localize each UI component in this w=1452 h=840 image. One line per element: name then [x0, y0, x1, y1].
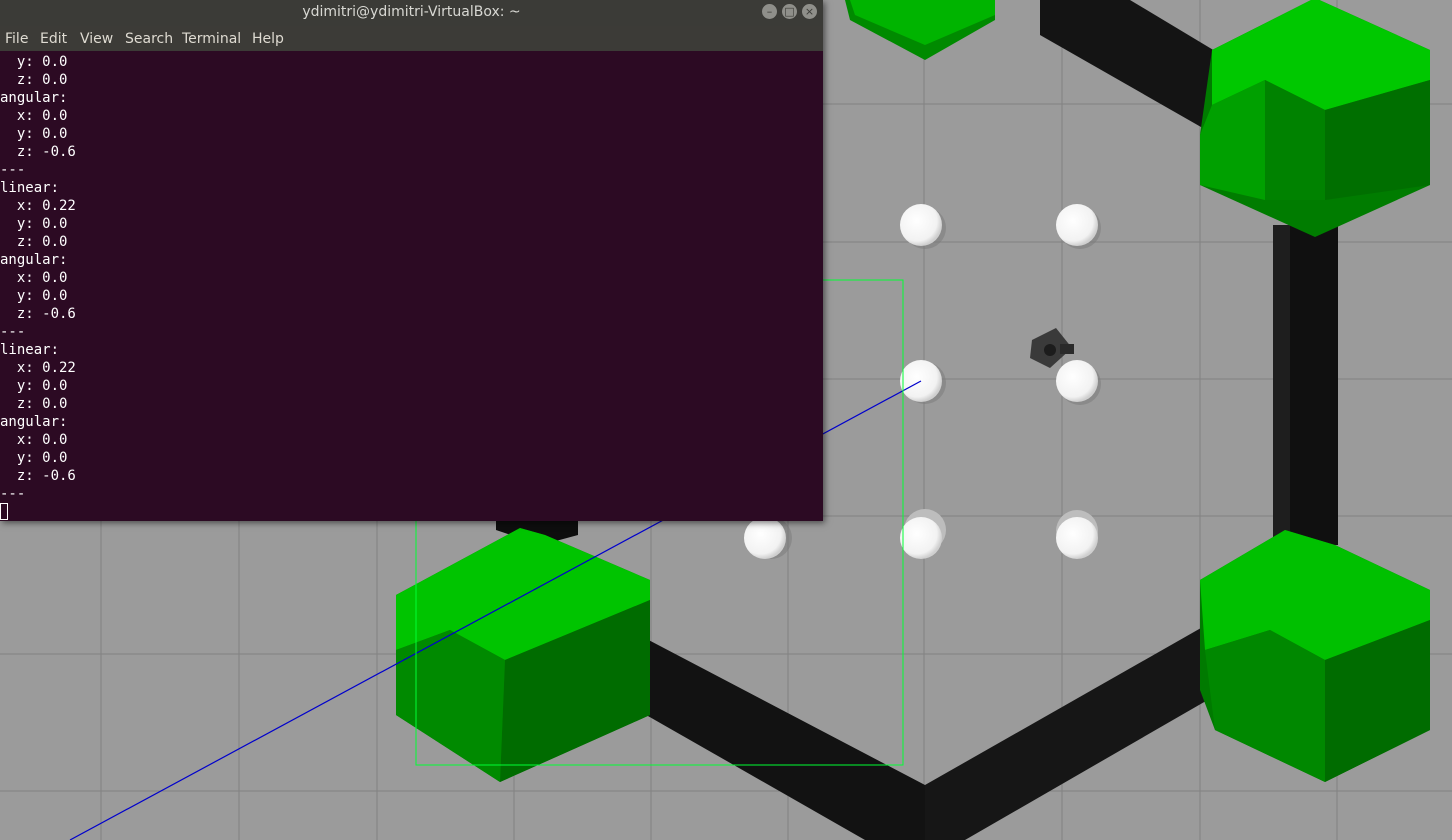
terminal-line: x: 0.22: [0, 198, 76, 214]
robot-model[interactable]: [1030, 328, 1074, 368]
terminal-line: y: 0.0: [0, 450, 68, 466]
menu-view[interactable]: View: [80, 31, 113, 47]
terminal-line: z: -0.6: [0, 468, 76, 484]
terminal-line: linear:: [0, 342, 60, 358]
terminal-line: ---: [0, 486, 26, 502]
terminal-line: y: 0.0: [0, 288, 68, 304]
menu-edit[interactable]: Edit: [40, 31, 67, 47]
terminal-window[interactable]: ydimitri@ydimitri-VirtualBox: ~ – □ × Fi…: [0, 0, 823, 521]
window-title: ydimitri@ydimitri-VirtualBox: ~: [302, 4, 521, 20]
title-bar[interactable]: ydimitri@ydimitri-VirtualBox: ~ – □ ×: [0, 0, 823, 26]
terminal-line: y: 0.0: [0, 54, 68, 70]
hex-block-top-right: [1200, 0, 1430, 237]
terminal-line: angular:: [0, 252, 68, 268]
menu-file[interactable]: File: [5, 31, 28, 47]
terminal-line: z: 0.0: [0, 234, 68, 250]
maximize-icon[interactable]: □: [782, 4, 797, 19]
menu-bar: File Edit View Search Terminal Help: [0, 26, 823, 51]
terminal-line: ---: [0, 162, 26, 178]
hex-block-bottom-right: [1200, 530, 1430, 782]
terminal-line: linear:: [0, 180, 60, 196]
terminal-line: x: 0.0: [0, 270, 68, 286]
terminal-line: z: -0.6: [0, 144, 76, 160]
terminal-output[interactable]: y: 0.0 z: 0.0 angular: x: 0.0 y: 0.0 z: …: [0, 52, 823, 521]
close-icon[interactable]: ×: [802, 4, 817, 19]
minimize-icon[interactable]: –: [762, 4, 777, 19]
terminal-line: y: 0.0: [0, 126, 68, 142]
terminal-line: x: 0.0: [0, 108, 68, 124]
menu-help[interactable]: Help: [252, 31, 284, 47]
terminal-line: y: 0.0: [0, 216, 68, 232]
terminal-line: z: -0.6: [0, 306, 76, 322]
pillar-row-2: [900, 360, 1101, 405]
menu-terminal[interactable]: Terminal: [182, 31, 241, 47]
hex-block-bottom-left: [396, 528, 650, 782]
terminal-line: ---: [0, 324, 26, 340]
terminal-line: x: 0.22: [0, 360, 76, 376]
terminal-cursor: [0, 503, 8, 520]
terminal-line: angular:: [0, 414, 68, 430]
hex-block-top-center: [845, 0, 995, 60]
terminal-line: angular:: [0, 90, 68, 106]
terminal-line: z: 0.0: [0, 72, 68, 88]
terminal-line: x: 0.0: [0, 432, 68, 448]
terminal-line: y: 0.0: [0, 378, 68, 394]
menu-search[interactable]: Search: [125, 31, 173, 47]
terminal-line: z: 0.0: [0, 396, 68, 412]
